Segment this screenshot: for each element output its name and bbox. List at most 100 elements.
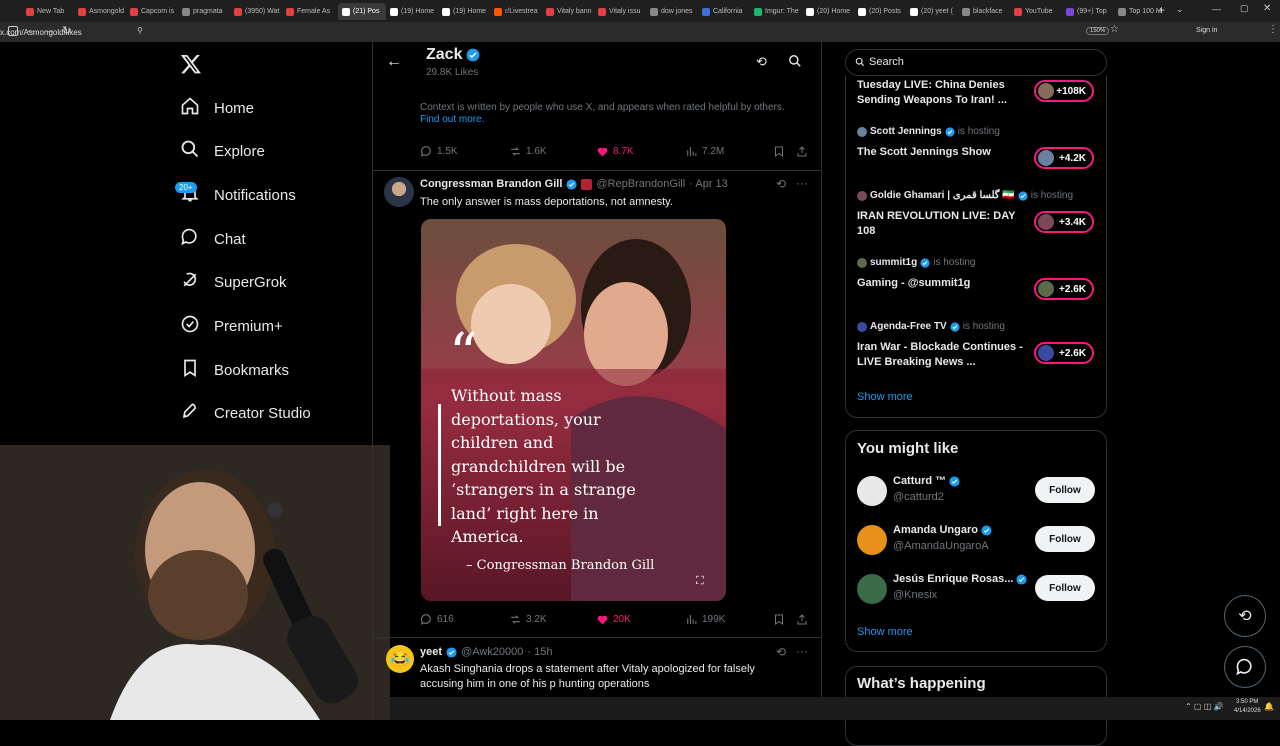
star-icon[interactable]: ☆ — [1110, 24, 1119, 35]
spaces-show-more[interactable]: Show more — [857, 391, 913, 403]
avatar[interactable] — [857, 525, 887, 555]
forward-icon[interactable]: → — [44, 24, 55, 36]
browser-tab[interactable]: pragmata — [182, 3, 230, 20]
browser-tab[interactable]: Vitaly issu — [598, 3, 646, 20]
back-icon[interactable]: ← — [26, 24, 37, 36]
zoom-badge[interactable]: 150% — [1086, 27, 1110, 35]
minimize-icon[interactable]: — — [1212, 4, 1221, 14]
who-to-follow-show-more[interactable]: Show more — [857, 626, 913, 638]
follow-button[interactable]: Follow — [1035, 575, 1095, 601]
avatar[interactable] — [857, 476, 887, 506]
reload-icon[interactable]: ↻ — [62, 24, 71, 37]
sidebar-item-home[interactable]: Home — [180, 91, 254, 125]
more-options-icon[interactable]: ··· — [796, 176, 808, 190]
views-button[interactable]: 7.2M — [685, 145, 724, 158]
avatar[interactable]: 😂 — [386, 645, 414, 673]
close-window-icon[interactable]: ✕ — [1263, 3, 1271, 14]
grok-header-icon[interactable]: ⟲ — [756, 54, 767, 70]
bookmark-icon[interactable] — [773, 613, 785, 626]
reply-button[interactable]: 1.5K — [420, 145, 458, 158]
menu-icon[interactable]: ⋮ — [1268, 24, 1278, 35]
space-listeners-pill[interactable]: +4.2K — [1034, 147, 1094, 169]
tray-icons[interactable]: ⌃ ▢ ◫ 🔊 — [1185, 702, 1223, 711]
host-name[interactable]: Scott Jennings — [870, 126, 942, 137]
context-note-link[interactable]: Find out more. — [420, 114, 484, 125]
suggested-user-name[interactable]: Jesús Enrique Rosas... — [893, 573, 1027, 585]
maximize-icon[interactable]: ▢ — [1240, 3, 1249, 14]
space-title[interactable]: Tuesday LIVE: China Denies Sending Weapo… — [857, 78, 1032, 108]
more-options-icon[interactable]: ··· — [796, 644, 808, 658]
browser-tab[interactable]: Female As — [286, 3, 334, 20]
space-title[interactable]: The Scott Jennings Show — [857, 145, 1032, 160]
sign-in-button[interactable]: Sign in — [1196, 27, 1217, 34]
share-icon[interactable] — [796, 613, 808, 626]
repost-button[interactable]: 3.2K — [509, 613, 547, 626]
author-name[interactable]: Congressman Brandon Gill — [420, 178, 562, 190]
space-title[interactable]: IRAN REVOLUTION LIVE: DAY 108 — [857, 209, 1032, 239]
x-logo-icon[interactable] — [180, 53, 202, 75]
bookmark-icon[interactable] — [773, 145, 785, 158]
like-button[interactable]: 20K — [596, 613, 631, 626]
new-tab-button[interactable]: + — [1158, 3, 1165, 17]
messages-float-button[interactable] — [1224, 646, 1266, 688]
browser-tab[interactable]: (20) yeet ( — [910, 3, 958, 20]
browser-tab[interactable]: (20) Posts — [858, 3, 906, 20]
space-title[interactable]: Iran War - Blockade Continues - LIVE Bre… — [857, 340, 1032, 370]
sidebar-item-explore[interactable]: Explore — [180, 134, 265, 168]
post-image[interactable]: “ Without mass deportations, your childr… — [421, 219, 726, 601]
follow-button[interactable]: Follow — [1035, 477, 1095, 503]
tab-list-chevron-icon[interactable]: ⌄ — [1176, 4, 1184, 15]
space-listeners-pill[interactable]: +108K — [1034, 80, 1094, 102]
browser-tab[interactable]: r/Livestrea — [494, 3, 542, 20]
grok-explain-icon[interactable]: ⟲ — [776, 645, 786, 659]
browser-tab[interactable]: dow jones — [650, 3, 698, 20]
sidebar-toggle-icon[interactable] — [8, 26, 18, 36]
host-name[interactable]: summit1g — [870, 257, 917, 268]
browser-tab[interactable]: blackface — [962, 3, 1010, 20]
views-button[interactable]: 199K — [685, 613, 725, 626]
grok-float-button[interactable]: ⟲ — [1224, 595, 1266, 637]
browser-tab[interactable]: (99+) Top — [1066, 3, 1114, 20]
browser-tab[interactable]: Vitaly bann — [546, 3, 594, 20]
browser-tab[interactable]: New Tab — [26, 3, 74, 20]
notification-center-icon[interactable]: 🔔 — [1264, 702, 1274, 711]
suggested-user-name[interactable]: Catturd ™ — [893, 475, 960, 487]
site-info-icon[interactable]: ⚲ — [137, 26, 143, 35]
share-icon[interactable] — [796, 145, 808, 158]
grok-explain-icon[interactable]: ⟲ — [776, 177, 786, 191]
space-listeners-pill[interactable]: +3.4K — [1034, 211, 1094, 233]
browser-tab[interactable]: California — [702, 3, 750, 20]
sidebar-item-bookmarks[interactable]: Bookmarks — [180, 353, 289, 387]
browser-tab[interactable]: (19) Home — [442, 3, 490, 20]
reply-button[interactable]: 616 — [420, 613, 454, 626]
image-grok-icon[interactable]: ⛶ — [696, 575, 704, 588]
browser-tab[interactable]: (20) Home — [806, 3, 854, 20]
browser-tab[interactable]: Capcom is — [130, 3, 178, 20]
host-name[interactable]: Goldie Ghamari | گلسا قمری 🇮🇷 — [870, 190, 1015, 201]
follow-button[interactable]: Follow — [1035, 526, 1095, 552]
sidebar-item-notifications[interactable]: Notifications — [180, 178, 296, 212]
sidebar-item-creator-studio[interactable]: Creator Studio — [180, 396, 311, 430]
space-listeners-pill[interactable]: +2.6K — [1034, 278, 1094, 300]
space-title[interactable]: Gaming - @summit1g — [857, 276, 1032, 291]
sidebar-item-premium[interactable]: Premium+ — [180, 309, 283, 343]
avatar[interactable] — [857, 574, 887, 604]
like-button[interactable]: 8.7K — [596, 145, 634, 158]
author-handle[interactable]: @RepBrandonGill — [596, 178, 685, 190]
repost-button[interactable]: 1.6K — [509, 145, 547, 158]
sidebar-item-chat[interactable]: Chat — [180, 222, 246, 256]
author-handle[interactable]: @Awk20000 — [461, 646, 523, 658]
search-input[interactable]: Search — [869, 56, 904, 68]
sidebar-item-supergrok[interactable]: SuperGrok — [180, 265, 287, 299]
header-search-icon[interactable] — [788, 54, 802, 68]
browser-tab[interactable]: Asmongold — [78, 3, 126, 20]
browser-tab[interactable]: (3950) Wat — [234, 3, 282, 20]
back-arrow-icon[interactable]: ← — [386, 53, 402, 71]
browser-tab[interactable]: (19) Home — [390, 3, 438, 20]
suggested-user-name[interactable]: Amanda Ungaro — [893, 524, 992, 536]
avatar[interactable] — [384, 177, 414, 207]
author-name[interactable]: yeet — [420, 646, 442, 658]
space-listeners-pill[interactable]: +2.6K — [1034, 342, 1094, 364]
host-name[interactable]: Agenda-Free TV — [870, 321, 947, 332]
browser-tab[interactable]: YouTube — [1014, 3, 1062, 20]
